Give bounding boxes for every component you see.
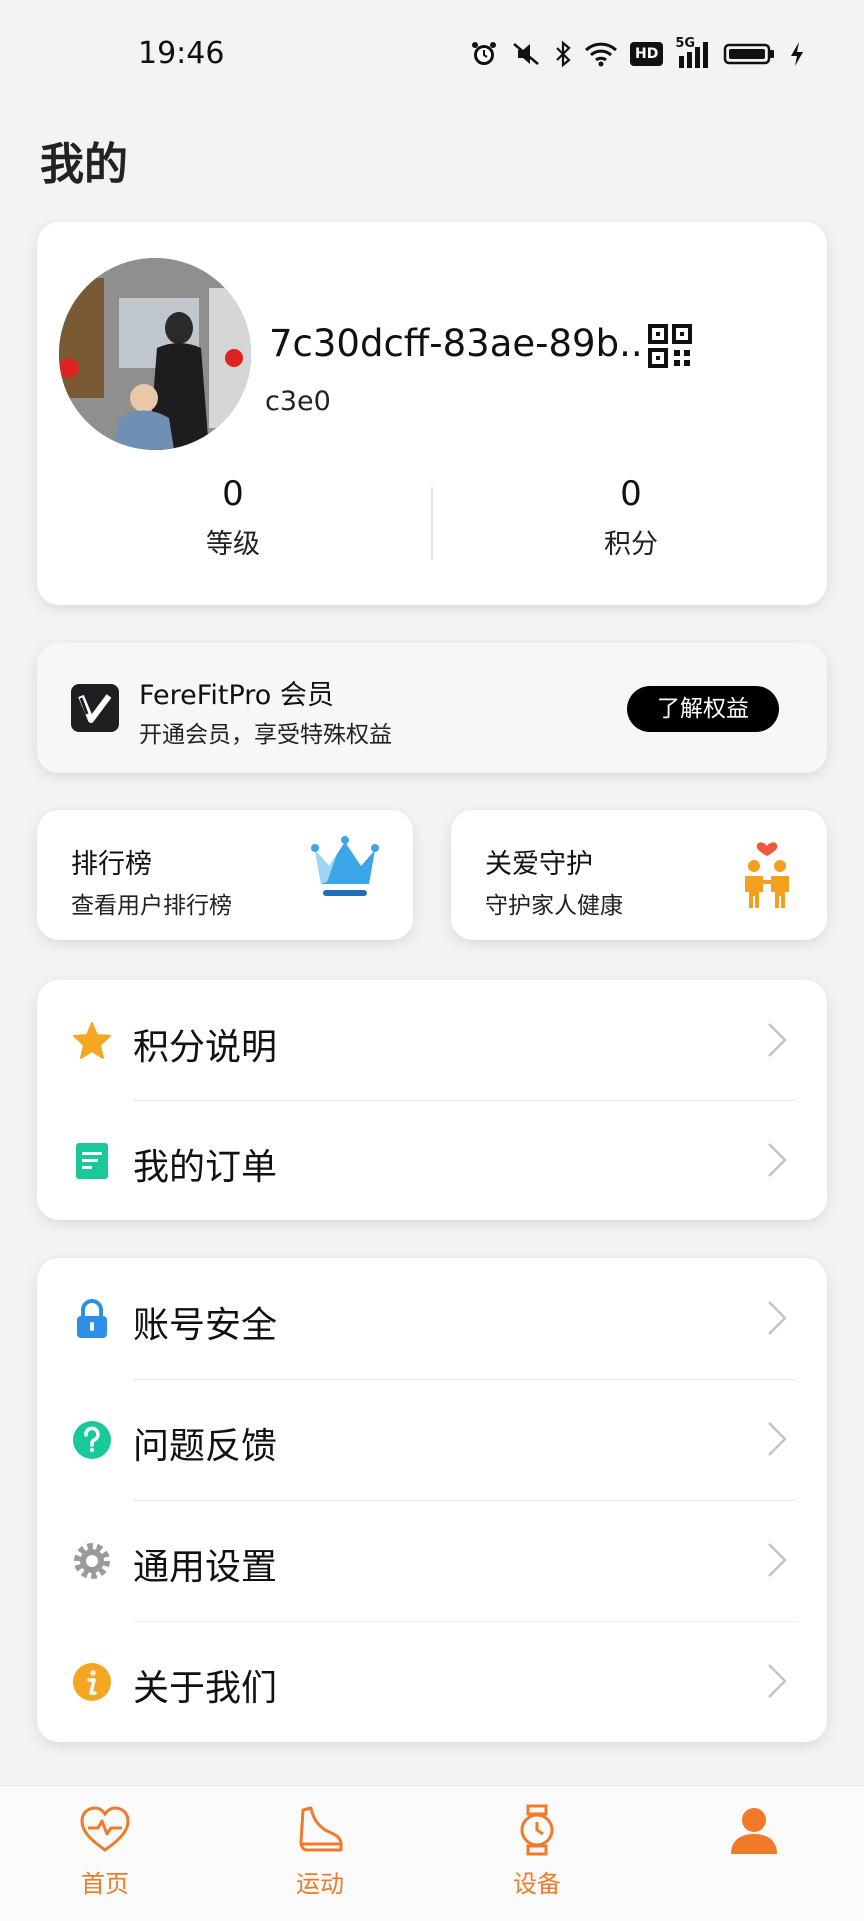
tab-label: 运动 bbox=[296, 1870, 344, 1898]
signal-icon bbox=[679, 42, 709, 68]
profile-card: 7c30dcff-83ae-89b... c3e0 0 等级 0 积分 bbox=[37, 222, 827, 605]
star-icon bbox=[73, 1022, 111, 1059]
menu-item-label: 问题反馈 bbox=[133, 1426, 278, 1467]
qr-code-icon[interactable] bbox=[648, 324, 692, 368]
chevron-right-icon bbox=[768, 1543, 787, 1577]
menu-item-feedback[interactable]: 问题反馈 bbox=[37, 1379, 827, 1499]
mute-icon bbox=[513, 43, 539, 65]
tab-label: 设备 bbox=[513, 1870, 561, 1898]
tab-label: 首页 bbox=[81, 1870, 129, 1898]
username: 7c30dcff-83ae-89b... bbox=[269, 322, 639, 365]
stat-level-label: 等级 bbox=[206, 529, 260, 560]
tab-sports[interactable]: 运动 bbox=[250, 1804, 390, 1899]
alarm-icon bbox=[472, 42, 496, 65]
family-care-subtitle: 守护家人健康 bbox=[485, 893, 623, 919]
stat-points[interactable]: 0 积分 bbox=[531, 474, 731, 561]
learn-benefits-button[interactable]: 了解权益 bbox=[627, 686, 779, 732]
avatar[interactable] bbox=[59, 258, 251, 450]
menu-group-settings: 账号安全 问题反馈 通用设置 关于我们 bbox=[37, 1258, 827, 1742]
stat-level[interactable]: 0 等级 bbox=[133, 474, 333, 561]
status-bar: 19:46 HD 5G bbox=[0, 0, 864, 110]
wifi-icon bbox=[584, 42, 618, 67]
menu-item-label: 关于我们 bbox=[133, 1668, 278, 1709]
page-title: 我的 bbox=[40, 139, 128, 190]
status-icons: HD 5G bbox=[470, 36, 805, 70]
username-suffix: c3e0 bbox=[265, 386, 331, 417]
watch-icon bbox=[520, 1804, 554, 1856]
avatar-photo bbox=[59, 258, 251, 450]
chevron-right-icon bbox=[768, 1664, 787, 1698]
family-care-title: 关爱守护 bbox=[485, 849, 593, 880]
vip-logo-icon bbox=[71, 684, 119, 732]
chevron-right-icon bbox=[768, 1143, 787, 1177]
stat-divider bbox=[431, 487, 433, 559]
tab-devices[interactable]: 设备 bbox=[467, 1804, 607, 1899]
info-icon bbox=[73, 1663, 111, 1701]
hd-badge: HD bbox=[630, 42, 664, 66]
shoe-icon bbox=[299, 1806, 343, 1852]
lock-icon bbox=[77, 1299, 107, 1338]
leaderboard-card[interactable]: 排行榜 查看用户排行榜 bbox=[37, 810, 413, 940]
crown-icon bbox=[311, 836, 379, 896]
stat-points-label: 积分 bbox=[604, 529, 658, 560]
person-icon bbox=[731, 1808, 777, 1854]
membership-title: FereFitPro 会员 bbox=[139, 680, 334, 711]
menu-item-label: 账号安全 bbox=[133, 1305, 278, 1346]
menu-item-account-security[interactable]: 账号安全 bbox=[37, 1258, 827, 1378]
charging-icon bbox=[791, 42, 804, 66]
menu-item-points-info[interactable]: 积分说明 bbox=[37, 980, 827, 1100]
menu-item-label: 我的订单 bbox=[133, 1147, 278, 1188]
menu-item-general-settings[interactable]: 通用设置 bbox=[37, 1500, 827, 1620]
gear-icon bbox=[74, 1543, 110, 1579]
family-icon bbox=[745, 842, 789, 908]
order-icon bbox=[76, 1143, 108, 1179]
leaderboard-subtitle: 查看用户排行榜 bbox=[71, 893, 232, 919]
chevron-right-icon bbox=[768, 1301, 787, 1335]
menu-item-label: 积分说明 bbox=[133, 1027, 278, 1068]
menu-item-label: 通用设置 bbox=[133, 1547, 278, 1588]
bottom-tab-bar: 首页 运动 设备 bbox=[0, 1785, 864, 1921]
family-care-card[interactable]: 关爱守护 守护家人健康 bbox=[451, 810, 827, 940]
menu-item-about-us[interactable]: 关于我们 bbox=[37, 1621, 827, 1741]
tab-home[interactable]: 首页 bbox=[35, 1804, 175, 1899]
chevron-right-icon bbox=[768, 1023, 787, 1057]
membership-subtitle: 开通会员，享受特殊权益 bbox=[139, 722, 392, 748]
question-icon bbox=[73, 1421, 111, 1459]
status-time: 19:46 bbox=[138, 36, 225, 71]
menu-group-points-orders: 积分说明 我的订单 bbox=[37, 980, 827, 1220]
tab-profile[interactable] bbox=[684, 1804, 824, 1864]
menu-item-my-orders[interactable]: 我的订单 bbox=[37, 1100, 827, 1220]
bluetooth-icon bbox=[556, 40, 571, 68]
heart-pulse-icon bbox=[80, 1806, 130, 1852]
chevron-right-icon bbox=[768, 1422, 787, 1456]
leaderboard-title: 排行榜 bbox=[71, 849, 152, 880]
stat-points-value: 0 bbox=[620, 474, 642, 514]
stat-level-value: 0 bbox=[222, 474, 244, 514]
network-5g-indicator: 5G bbox=[675, 36, 711, 68]
battery-icon bbox=[724, 43, 775, 65]
membership-card[interactable]: FereFitPro 会员 开通会员，享受特殊权益 了解权益 bbox=[37, 643, 827, 773]
